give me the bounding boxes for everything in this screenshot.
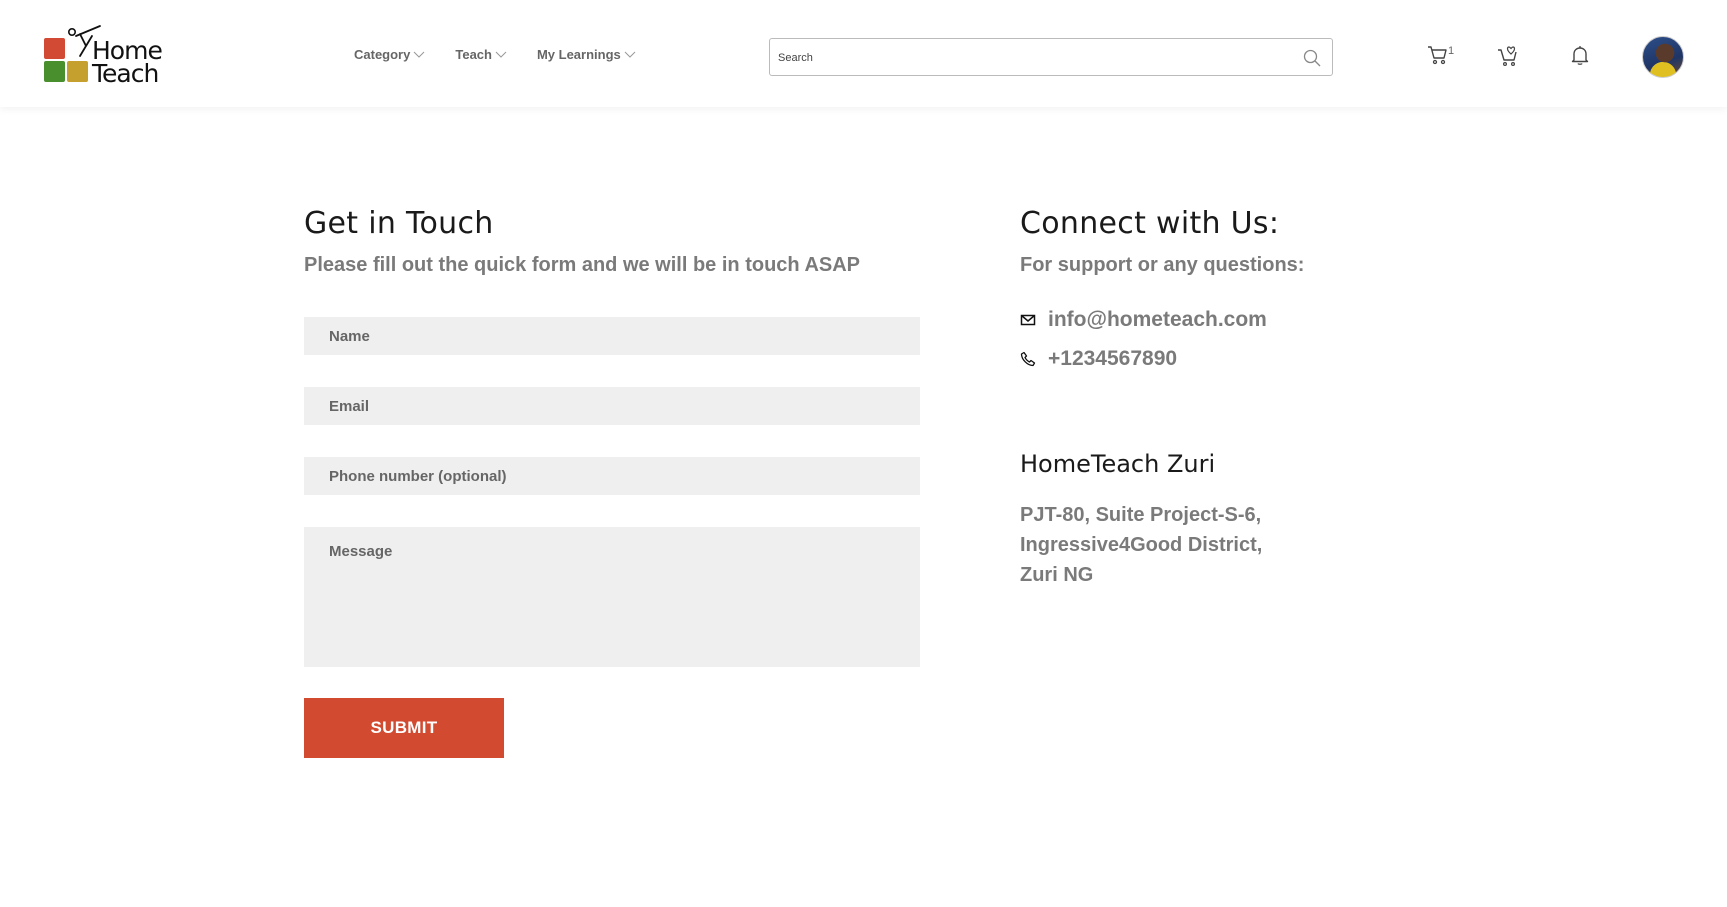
nav-teach-label: Teach <box>455 47 492 62</box>
office-title: HomeTeach Zuri <box>1020 450 1216 478</box>
main-nav: Category Teach My Learnings <box>354 47 636 62</box>
nav-category-label: Category <box>354 47 411 62</box>
connect-subtitle: For support or any questions: <box>1020 254 1305 276</box>
top-header: Home Teach Category Teach My Learnings 1 <box>0 0 1727 107</box>
search-input[interactable] <box>778 48 1278 68</box>
cart-icon[interactable] <box>1426 43 1450 67</box>
phone-icon <box>1020 351 1036 367</box>
address-line-3: Zuri NG <box>1020 564 1094 586</box>
logo-green-square <box>44 61 65 82</box>
connect-title: Connect with Us: <box>1020 206 1280 241</box>
search-bar <box>769 38 1333 76</box>
chevron-down-icon <box>624 51 636 58</box>
contact-phone-text: +1234567890 <box>1048 347 1178 370</box>
contact-phone[interactable]: +1234567890 <box>1020 347 1177 371</box>
email-field[interactable] <box>304 387 920 425</box>
hometeach-logo[interactable]: Home Teach <box>42 24 172 86</box>
name-field[interactable] <box>304 317 920 355</box>
bell-icon[interactable] <box>1568 43 1592 67</box>
contact-email-text: info@hometeach.com <box>1048 308 1267 331</box>
user-avatar[interactable] <box>1642 36 1684 78</box>
message-field[interactable] <box>304 527 920 667</box>
submit-button[interactable]: SUBMIT <box>304 698 504 758</box>
phone-field[interactable] <box>304 457 920 495</box>
nav-category[interactable]: Category <box>354 47 425 62</box>
address-line-1: PJT-80, Suite Project-S-6, <box>1020 504 1262 526</box>
nav-my-learnings-label: My Learnings <box>536 47 621 62</box>
cart-heart-icon[interactable] <box>1496 43 1520 67</box>
mail-icon <box>1020 314 1036 326</box>
nav-teach[interactable]: Teach <box>455 47 507 62</box>
logo-red-square <box>44 38 65 59</box>
search-icon[interactable] <box>1302 48 1322 68</box>
form-title: Get in Touch <box>304 206 494 241</box>
logo-gold-square <box>67 61 88 82</box>
contact-email[interactable]: info@hometeach.com <box>1020 308 1267 332</box>
logo-word-teach: Teach <box>92 59 159 88</box>
nav-my-learnings[interactable]: My Learnings <box>537 47 636 62</box>
form-subtitle: Please fill out the quick form and we wi… <box>304 254 861 276</box>
address-line-2: Ingressive4Good District, <box>1020 534 1263 556</box>
chevron-down-icon <box>414 51 425 58</box>
cart-count-badge: 1 <box>1448 45 1455 57</box>
chevron-down-icon <box>495 51 507 58</box>
